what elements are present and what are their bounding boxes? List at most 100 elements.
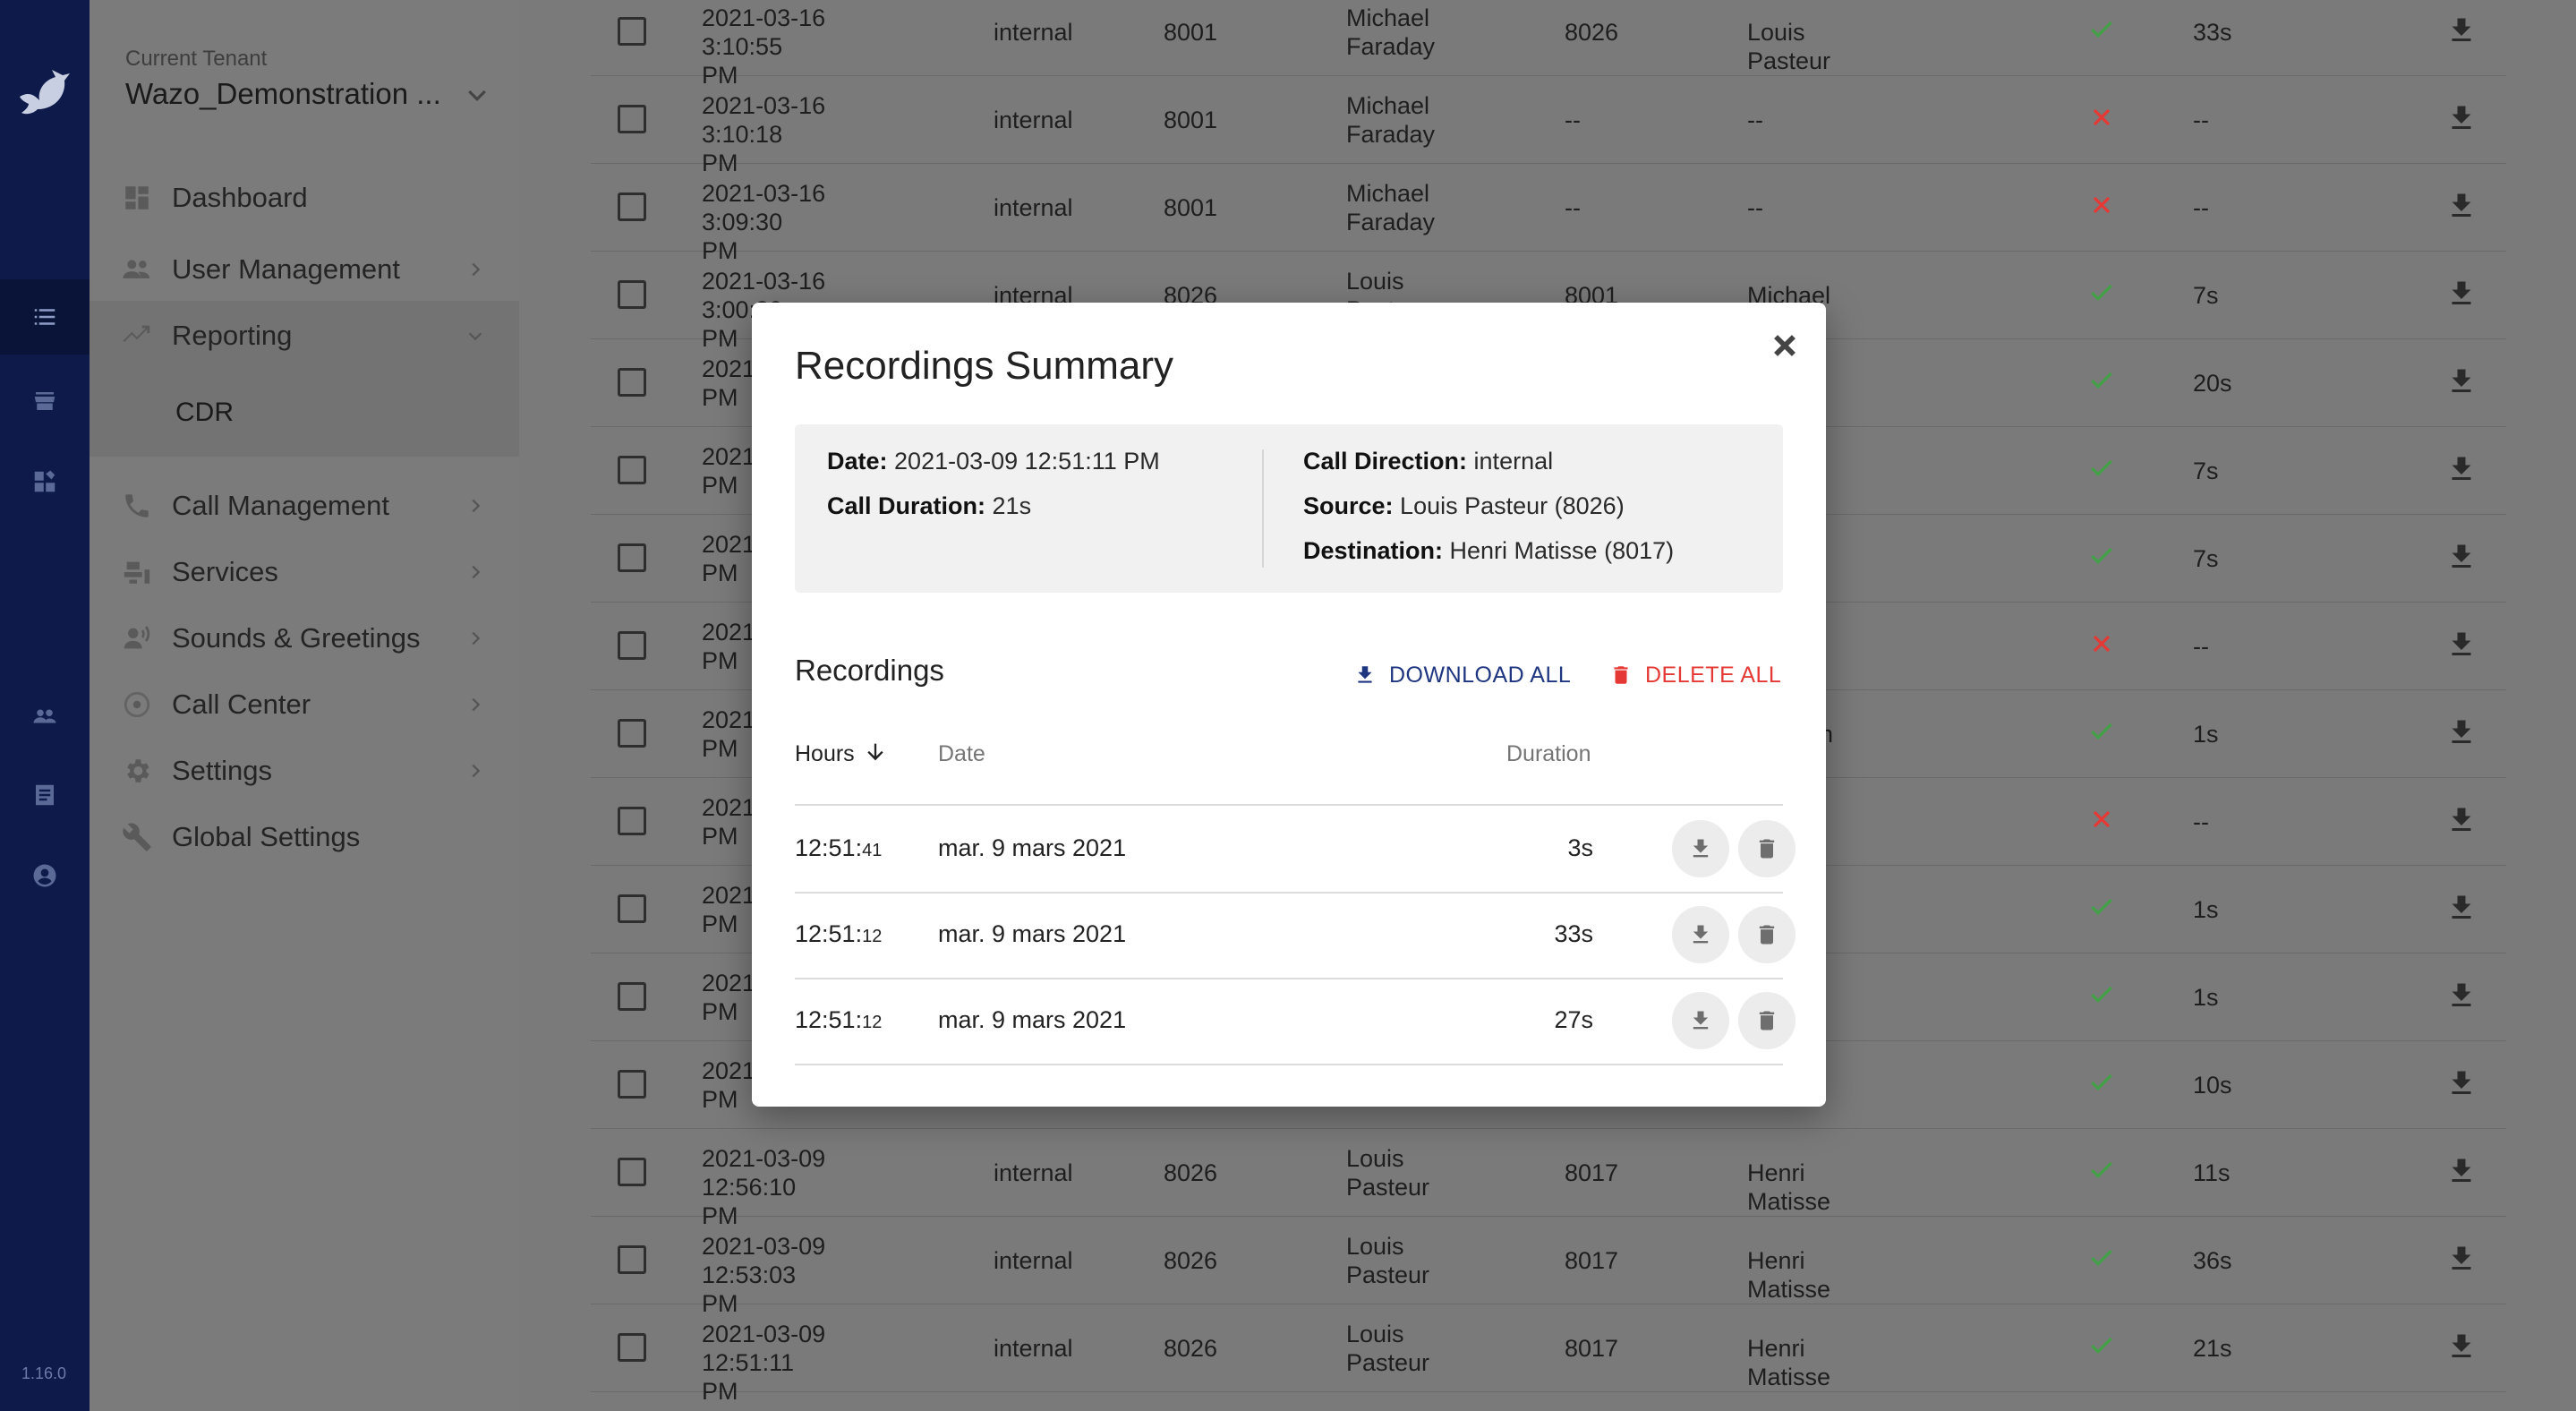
download-icon (1358, 666, 1372, 683)
sidebar-subitem-cdr[interactable]: CDR (175, 398, 234, 428)
delete-recording-button[interactable] (1738, 992, 1796, 1049)
cross-icon (2087, 805, 2116, 834)
download-icon[interactable] (2445, 1243, 2478, 1275)
row-checkbox[interactable] (618, 456, 646, 484)
row-checkbox[interactable] (618, 1158, 646, 1186)
check-icon (2087, 1244, 2116, 1272)
download-all-button[interactable]: DOWNLOAD ALL (1353, 655, 1571, 695)
column-header-duration[interactable]: Duration (1506, 741, 1591, 767)
download-icon[interactable] (2445, 804, 2478, 836)
list-icon[interactable] (27, 299, 63, 335)
users-icon[interactable] (27, 698, 63, 734)
sidebar-item-sounds-greetings[interactable]: Sounds & Greetings (90, 609, 519, 668)
arrow-down-icon[interactable] (863, 740, 888, 765)
row-checkbox[interactable] (618, 719, 646, 748)
recording-duration: 3s (1567, 834, 1593, 861)
services-icon (120, 555, 154, 589)
download-icon[interactable] (2445, 453, 2478, 485)
sidebar-item-services[interactable]: Services (90, 543, 519, 602)
cell-duration: 10s (2193, 1072, 2232, 1099)
sidebar-item-dashboard[interactable]: Dashboard (90, 168, 519, 227)
recordings-heading: Recordings (795, 654, 944, 687)
close-icon[interactable] (1765, 326, 1804, 365)
table-row[interactable]: 2021-03-09 12:56:10 PM internal 8026 Louis P… (591, 1128, 2506, 1229)
apps-icon[interactable] (27, 464, 63, 500)
sidebar-item-label: Services (172, 556, 278, 587)
recording-row[interactable]: 12:51:12 mar. 9 mars 2021 33s (795, 892, 1796, 979)
download-recording-button[interactable] (1672, 820, 1729, 877)
row-checkbox[interactable] (618, 368, 646, 397)
sidebar-item-label: Settings (172, 755, 273, 786)
row-checkbox[interactable] (618, 192, 646, 221)
cell-duration: 21s (2193, 1335, 2232, 1362)
sidebar-item-label: User Management (172, 253, 401, 285)
account-circle-icon[interactable] (27, 858, 63, 894)
recording-date: mar. 9 mars 2021 (938, 1006, 1127, 1033)
download-icon[interactable] (2445, 716, 2478, 748)
sidebar-item-call-management[interactable]: Call Management (90, 476, 519, 535)
delete-recording-button[interactable] (1738, 820, 1796, 877)
sidebar-item-settings[interactable]: Settings (90, 741, 519, 800)
chevron-right-icon (465, 562, 485, 582)
check-icon (2087, 980, 2116, 1009)
row-checkbox[interactable] (618, 17, 646, 46)
chevron-down-icon[interactable] (464, 82, 490, 109)
cell-duration: -- (2193, 633, 2209, 660)
download-recording-button[interactable] (1672, 992, 1729, 1049)
document-icon[interactable] (27, 777, 63, 813)
sidebar-item-call-center[interactable]: Call Center (90, 675, 519, 734)
download-icon[interactable] (2445, 102, 2478, 134)
app-rail: 1.16.0 (0, 0, 90, 1411)
table-row[interactable]: 2021-03-09 12:53:03 PM internal 8026 Louis P… (591, 1216, 2506, 1317)
row-checkbox[interactable] (618, 543, 646, 572)
column-header-hours[interactable]: Hours (795, 741, 855, 767)
download-icon[interactable] (2445, 892, 2478, 924)
table-row[interactable]: 2021-03-16 3:10:18 PM internal 8001 Michael … (591, 75, 2506, 176)
sidebar-item-user-management[interactable]: User Management (90, 240, 519, 299)
sidebar-item-label: Call Management (172, 490, 389, 521)
download-icon[interactable] (2445, 1155, 2478, 1187)
download-icon[interactable] (2445, 365, 2478, 398)
row-checkbox[interactable] (618, 807, 646, 835)
row-checkbox[interactable] (618, 982, 646, 1011)
chevron-right-icon (465, 761, 485, 781)
download-icon[interactable] (2445, 278, 2478, 310)
recording-row[interactable]: 12:51:41 mar. 9 mars 2021 3s (795, 806, 1796, 894)
download-icon[interactable] (2445, 14, 2478, 47)
table-row[interactable]: 2021-03-16 3:10:55 PM internal 8001 Michael … (591, 0, 2506, 89)
wazo-bird-logo-icon[interactable] (16, 64, 73, 118)
row-checkbox[interactable] (618, 1333, 646, 1362)
download-icon[interactable] (2445, 979, 2478, 1012)
delete-all-button[interactable]: DELETE ALL (1609, 655, 1781, 695)
download-icon[interactable] (2445, 1067, 2478, 1099)
store-icon[interactable] (27, 383, 63, 419)
trash-icon (1759, 839, 1775, 859)
table-row[interactable]: 2021-03-09 12:51:11 PM internal 8026 Louis P… (591, 1304, 2506, 1405)
row-checkbox[interactable] (618, 105, 646, 133)
sidebar-item-label: Global Settings (172, 821, 361, 852)
sidebar-item-reporting[interactable]: Reporting (90, 306, 519, 365)
download-icon[interactable] (2445, 541, 2478, 573)
download-icon[interactable] (2445, 1330, 2478, 1363)
download-recording-button[interactable] (1672, 906, 1729, 963)
row-checkbox[interactable] (618, 894, 646, 923)
recordings-summary-dialog: Recordings Summary Date: 2021-03-09 12:5… (752, 303, 1826, 1107)
recording-row[interactable]: 12:51:12 mar. 9 mars 2021 27s (795, 978, 1796, 1065)
call-center-icon (120, 688, 154, 722)
cell-source-number: 8001 (1164, 107, 1218, 133)
row-checkbox[interactable] (618, 1245, 646, 1274)
row-checkbox[interactable] (618, 280, 646, 309)
sidebar-item-global-settings[interactable]: Global Settings (90, 808, 519, 867)
column-header-date[interactable]: Date (938, 741, 985, 767)
download-icon[interactable] (2445, 629, 2478, 661)
row-checkbox[interactable] (618, 631, 646, 660)
cell-duration: 1s (2193, 721, 2219, 748)
table-row[interactable]: 2021-03-16 3:09:30 PM internal 8001 Michael … (591, 163, 2506, 264)
phone-icon (120, 489, 154, 523)
recording-time: 12:51:12 (795, 1006, 883, 1033)
download-icon[interactable] (2445, 190, 2478, 222)
delete-recording-button[interactable] (1738, 906, 1796, 963)
cell-destination-name: -- (1747, 107, 1763, 133)
row-checkbox[interactable] (618, 1070, 646, 1099)
tenant-selector[interactable]: Wazo_Demonstration ... (125, 77, 441, 111)
